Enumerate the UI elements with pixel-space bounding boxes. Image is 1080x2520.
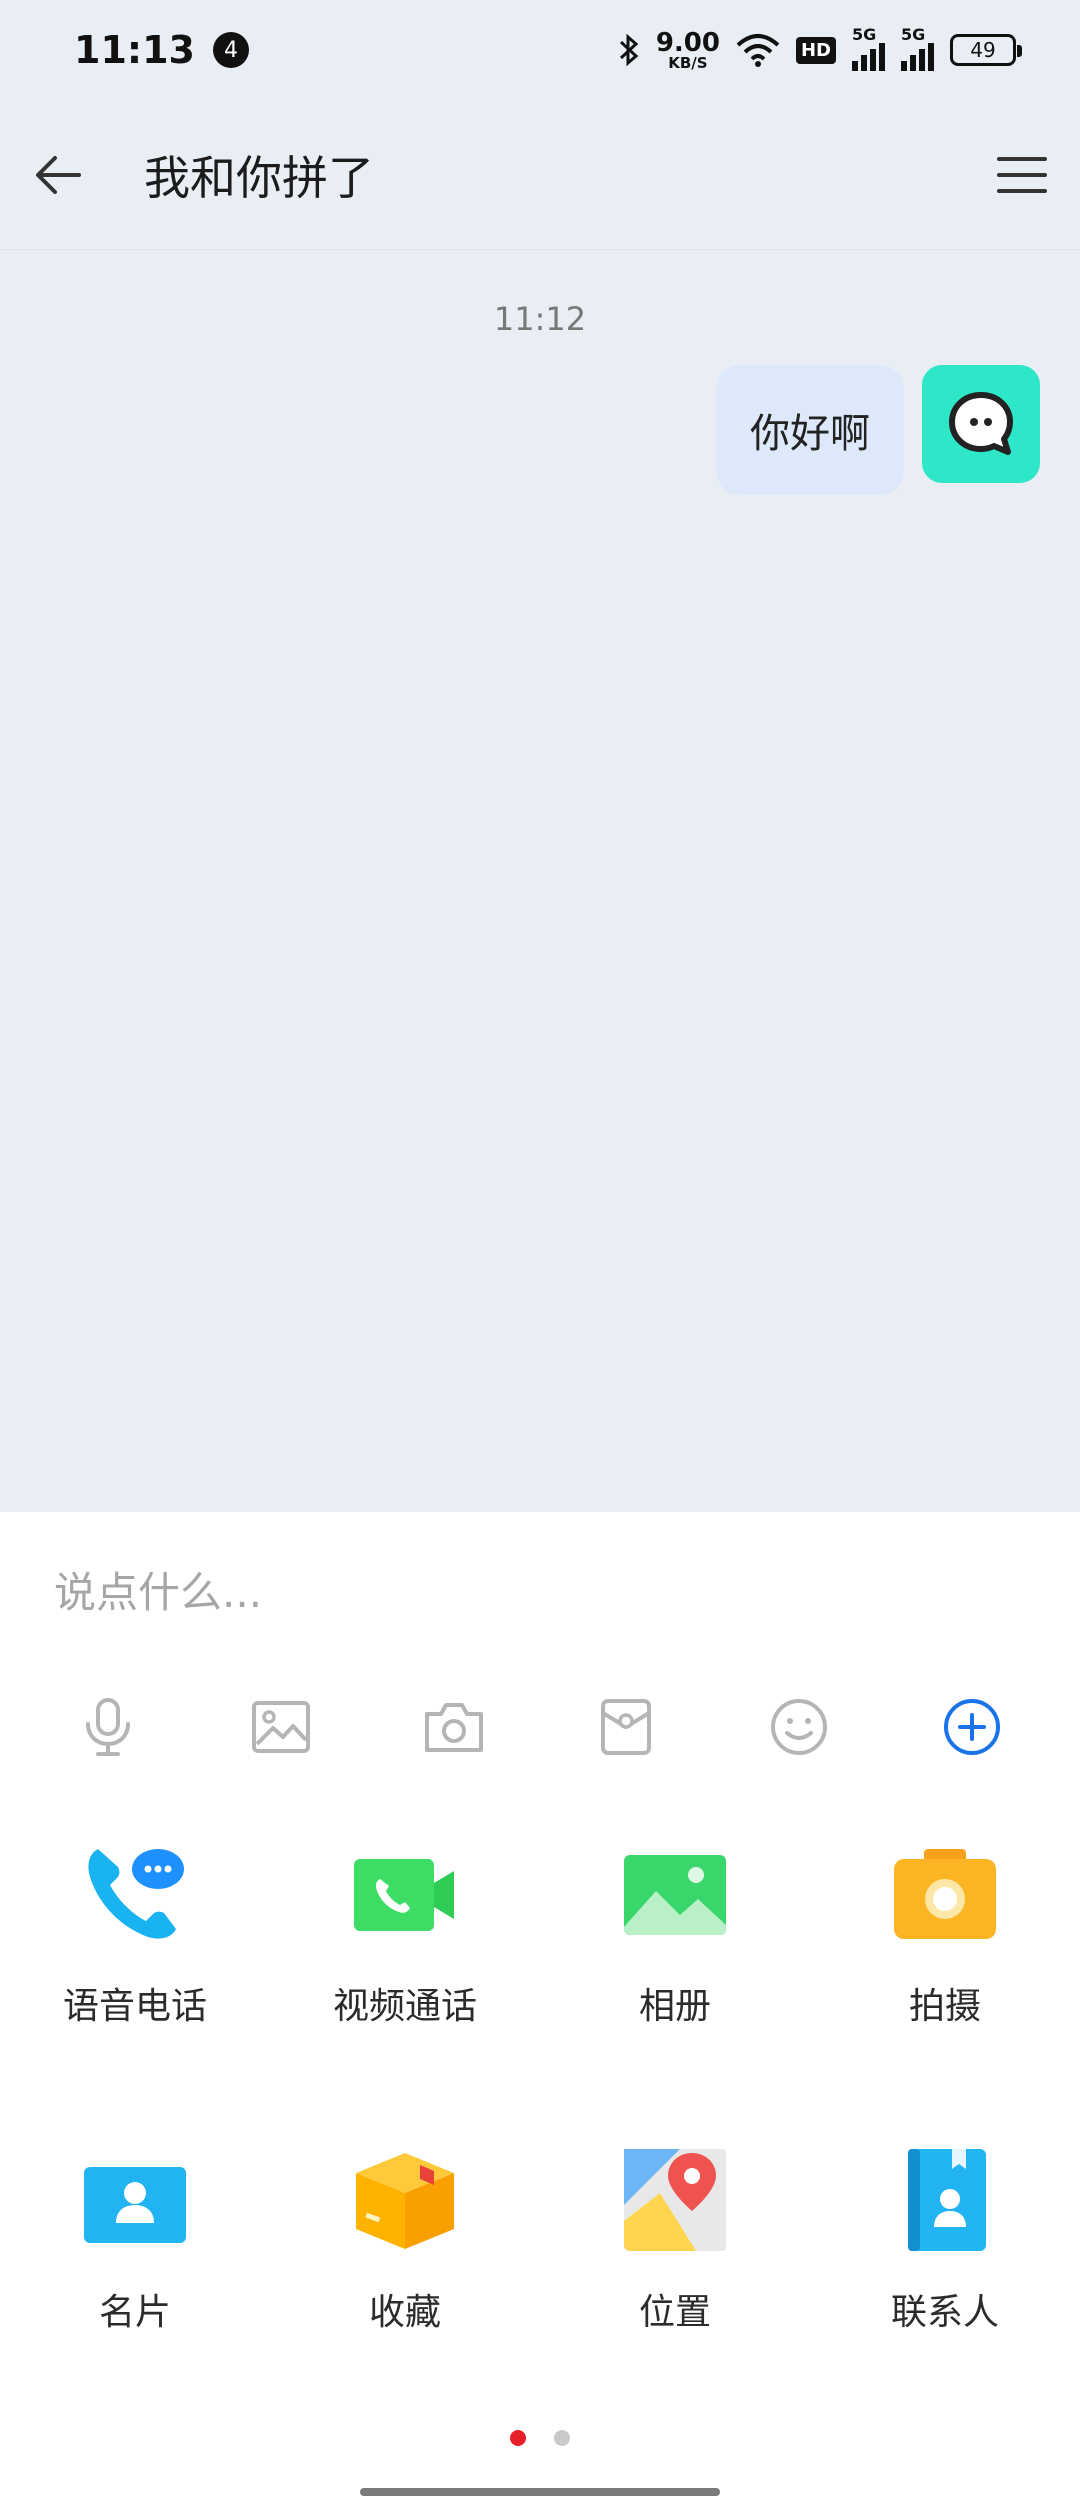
page-dot-1[interactable] xyxy=(510,2430,526,2446)
camera-button[interactable] xyxy=(404,1677,504,1777)
location-map-icon xyxy=(620,2145,730,2255)
status-bar: 11:13 4 9.00 KB/S HD 5G 5G 49 xyxy=(0,0,1080,100)
menu-button[interactable] xyxy=(994,147,1050,203)
favorites-label: 收藏 xyxy=(368,2292,441,2333)
business-card-label: 名片 xyxy=(98,2292,171,2333)
chat-title: 我和你拼了 xyxy=(144,150,374,205)
chat-header: 我和你拼了 xyxy=(0,100,1080,250)
shoot-label: 拍摄 xyxy=(908,1986,981,2027)
image-icon xyxy=(251,1701,310,1753)
microphone-icon xyxy=(86,1698,131,1756)
hd-voice-icon: HD xyxy=(795,36,836,64)
message-row: 你好啊 xyxy=(716,365,1040,495)
location-button[interactable]: 位置 xyxy=(540,2123,810,2429)
plus-circle-icon xyxy=(943,1699,1000,1755)
page-dot-2[interactable] xyxy=(554,2430,570,2446)
signal-1-icon: 5G xyxy=(852,25,885,71)
voice-call-button[interactable]: 语音电话 xyxy=(0,1817,270,2123)
location-label: 位置 xyxy=(638,2292,711,2333)
notification-badge: 4 xyxy=(212,32,249,68)
composer-panel: 语音电话 视频通话 xyxy=(0,1512,1080,2520)
chat-screen: 11:13 4 9.00 KB/S HD 5G 5G 49 我和你拼了 11:1… xyxy=(0,0,1080,2520)
signal-2-icon: 5G xyxy=(901,25,934,71)
image-button[interactable] xyxy=(231,1677,331,1777)
network-speed-value: 9.00 xyxy=(655,27,720,58)
business-card-icon xyxy=(80,2145,190,2255)
avatar[interactable] xyxy=(922,365,1040,483)
business-card-button[interactable]: 名片 xyxy=(0,2123,270,2429)
network-speed-unit: KB/S xyxy=(668,53,708,72)
contacts-button[interactable]: 联系人 xyxy=(810,2123,1080,2429)
shoot-camera-icon xyxy=(890,1839,1000,1949)
contacts-label: 联系人 xyxy=(890,2292,999,2333)
video-call-label: 视频通话 xyxy=(332,1986,477,2027)
actions-grid: 语音电话 视频通话 相册 拍摄 名片 收藏 位置 联系人 xyxy=(0,1817,1080,2429)
hamburger-menu-icon xyxy=(997,156,1047,193)
voice-call-label: 语音电话 xyxy=(62,1986,207,2027)
back-button[interactable] xyxy=(30,147,86,203)
wifi-icon xyxy=(736,34,780,67)
gift-button[interactable] xyxy=(576,1677,676,1777)
album-button[interactable]: 相册 xyxy=(540,1817,810,2123)
chat-bubble-icon xyxy=(949,392,1013,455)
voice-call-icon xyxy=(80,1839,190,1949)
favorites-box-icon xyxy=(350,2145,460,2255)
video-call-icon xyxy=(350,1839,460,1949)
more-button[interactable] xyxy=(922,1677,1022,1777)
favorites-button[interactable]: 收藏 xyxy=(270,2123,540,2429)
emoji-icon xyxy=(770,1699,827,1755)
contacts-book-icon xyxy=(890,2145,1000,2255)
video-call-button[interactable]: 视频通话 xyxy=(270,1817,540,2123)
signal-2-label: 5G xyxy=(901,25,926,44)
album-label: 相册 xyxy=(638,1986,711,2027)
status-left: 11:13 4 xyxy=(74,28,249,72)
network-speed: 9.00 KB/S xyxy=(656,30,720,71)
composer-toolbar xyxy=(0,1672,1080,1782)
home-indicator[interactable] xyxy=(360,2488,720,2496)
album-icon xyxy=(620,1839,730,1949)
page-indicator xyxy=(0,2430,1080,2446)
voice-input-button[interactable] xyxy=(58,1677,158,1777)
message-input[interactable] xyxy=(54,1552,1034,1632)
message-bubble[interactable]: 你好啊 xyxy=(716,365,904,495)
status-right: 9.00 KB/S HD 5G 5G 49 xyxy=(618,25,1022,71)
status-time: 11:13 xyxy=(74,28,195,72)
message-timestamp: 11:12 xyxy=(493,300,587,338)
signal-1-label: 5G xyxy=(852,25,877,44)
emoji-button[interactable] xyxy=(749,1677,849,1777)
arrow-left-icon xyxy=(36,155,81,194)
gift-icon xyxy=(601,1699,652,1755)
shoot-button[interactable]: 拍摄 xyxy=(810,1817,1080,2123)
bluetooth-icon xyxy=(619,33,639,67)
camera-icon xyxy=(424,1703,483,1752)
battery-icon: 49 xyxy=(950,34,1022,66)
